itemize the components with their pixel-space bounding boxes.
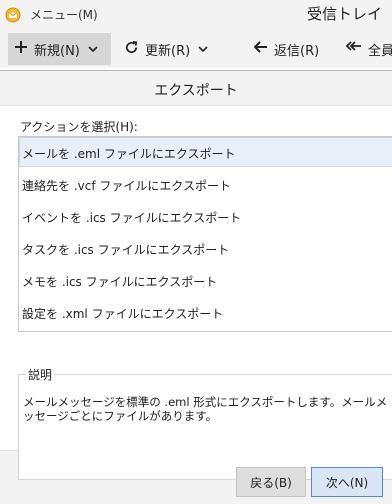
action-item-export-notes[interactable]: メモを .ics ファイルにエクスポート — [19, 265, 392, 295]
action-select-label: アクションを選択(H): — [20, 120, 138, 134]
refresh-icon — [124, 40, 139, 59]
description-label: 説明 — [26, 366, 55, 383]
reply-button[interactable]: 返信(R) — [248, 33, 328, 65]
toolbar: 新規(N) 更新(R) 返信(R) 全員 — [0, 30, 392, 68]
description-group: 説明 メールメッセージを標準の .eml 形式にエクスポートします。メールメッセ… — [18, 366, 392, 480]
dialog-body: アクションを選択(H): メールを .eml ファイルにエクスポート 連絡先を … — [0, 105, 392, 480]
reply-button-label: 返信(R) — [274, 43, 320, 59]
reply-all-button-label: 全員 — [368, 43, 392, 59]
new-button[interactable]: 新規(N) — [8, 33, 111, 65]
plus-icon — [14, 40, 28, 58]
back-button[interactable]: 戻る(B) — [236, 467, 306, 497]
new-button-label: 新規(N) — [34, 43, 80, 59]
update-button[interactable]: 更新(R) — [118, 33, 218, 65]
reply-all-icon — [345, 40, 362, 58]
envelope-icon[interactable] — [5, 7, 21, 23]
reply-arrow-icon — [253, 40, 268, 58]
action-item-export-contacts[interactable]: 連絡先を .vcf ファイルにエクスポート — [19, 169, 392, 199]
update-button-label: 更新(R) — [145, 43, 191, 59]
reply-all-button[interactable]: 全員 — [340, 33, 392, 65]
chevron-down-icon[interactable] — [88, 42, 98, 57]
action-list[interactable]: メールを .eml ファイルにエクスポート 連絡先を .vcf ファイルにエクス… — [18, 136, 392, 332]
export-dialog: エクスポート アクションを選択(H): メールを .eml ファイルにエクスポー… — [0, 70, 392, 504]
description-text: メールメッセージを標準の .eml 形式にエクスポートします。メールメッセージご… — [23, 395, 388, 423]
action-item-export-tasks[interactable]: タスクを .ics ファイルにエクスポート — [19, 233, 392, 263]
action-item-export-events[interactable]: イベントを .ics ファイルにエクスポート — [19, 201, 392, 231]
action-item-export-mail[interactable]: メールを .eml ファイルにエクスポート — [19, 137, 392, 167]
action-item-export-settings[interactable]: 設定を .xml ファイルにエクスポート — [19, 297, 392, 327]
chevron-down-icon[interactable] — [198, 42, 208, 57]
menu-button[interactable]: メニュー(M) — [30, 6, 98, 23]
menu-bar: メニュー(M) 受信トレイ — [0, 0, 392, 30]
window-title: 受信トレイ — [306, 5, 382, 23]
next-button[interactable]: 次へ(N) — [311, 467, 383, 497]
dialog-title: エクスポート — [154, 83, 238, 99]
